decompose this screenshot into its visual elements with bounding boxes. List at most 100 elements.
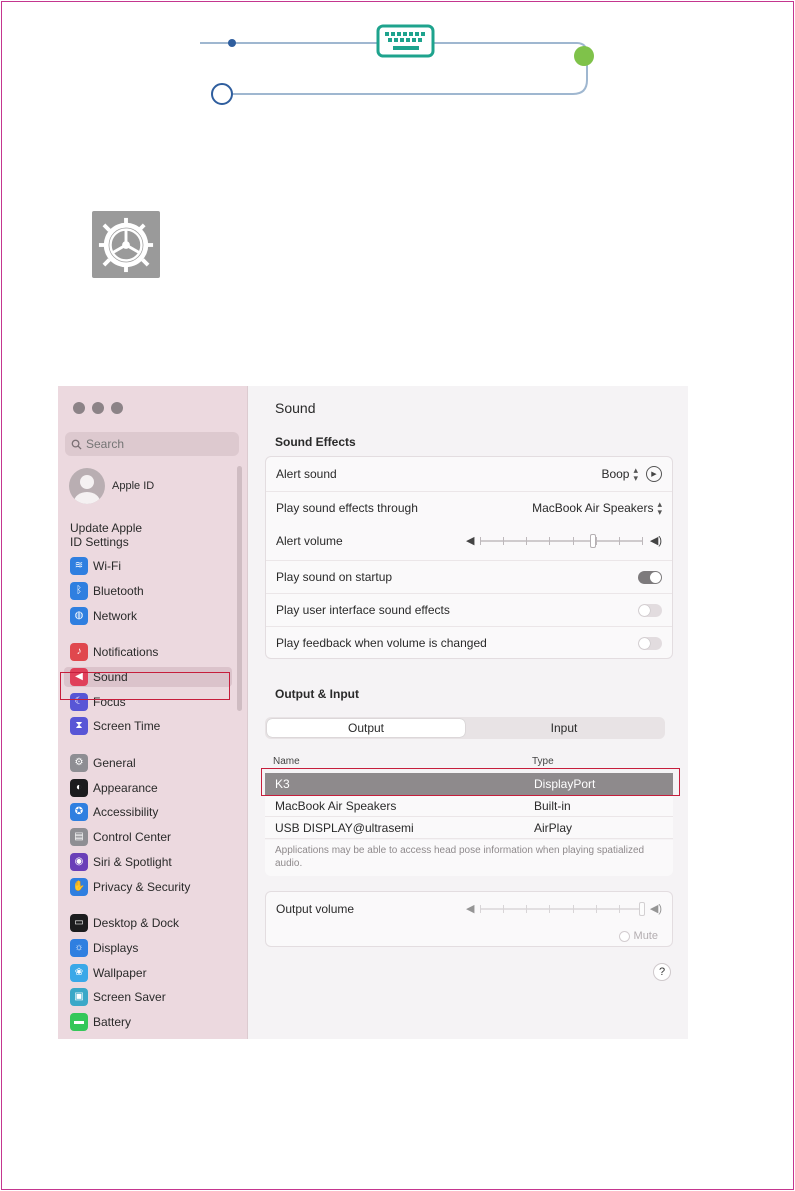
alert-sound-select[interactable]: Boop ▴ ▾ — [601, 464, 638, 483]
sidebar-item-general[interactable]: ⚙ General — [70, 753, 235, 773]
zoom-button[interactable] — [111, 402, 123, 414]
gear-icon — [98, 217, 154, 272]
device-name: USB DISPLAY@ultrasemi — [275, 820, 414, 835]
slider-tick — [572, 536, 574, 545]
sidebar-item-bluetooth[interactable]: ᛒ Bluetooth — [70, 581, 235, 601]
slider-tick — [549, 536, 551, 545]
slider-tick — [526, 904, 528, 913]
help-button[interactable]: ? — [653, 963, 671, 981]
device-name: MacBook Air Speakers — [275, 798, 397, 813]
slider-tick — [572, 904, 574, 913]
sidebar-item-screen-saver[interactable]: ▣ Screen Saver — [70, 987, 235, 1007]
output-input-heading: Output & Input — [275, 687, 359, 701]
screen-saver-icon: ▣ — [70, 988, 88, 1006]
updown-chevron-icon: ▴ ▾ — [633, 464, 638, 483]
output-volume-slider[interactable]: ◀ ◀) — [466, 901, 662, 916]
displays-icon: ☼ — [70, 939, 88, 957]
updown-chevron-icon: ▴ ▾ — [657, 499, 662, 517]
play-icon[interactable]: ▶ — [646, 465, 662, 482]
sidebar-item-privacy-security[interactable]: ✋ Privacy & Security — [70, 877, 235, 897]
slider-tick — [503, 536, 505, 545]
table-row[interactable]: MacBook Air Speakers Built-in — [265, 795, 673, 817]
sidebar-item-network[interactable]: ◍ Network — [70, 606, 235, 626]
sidebar-item-wallpaper[interactable]: ❀ Wallpaper — [70, 963, 235, 983]
alert-sound-value: Boop — [601, 466, 630, 481]
sidebar-item-label: Network — [93, 609, 138, 623]
apple-id-item[interactable]: Apple ID — [69, 468, 154, 504]
sidebar-item-label: Appearance — [93, 781, 158, 795]
sidebar-item-siri-spotlight[interactable]: ◉ Siri & Spotlight — [70, 852, 235, 872]
spatial-audio-note: Applications may be able to access head … — [265, 840, 673, 876]
alert-volume-slider[interactable]: ◀ ◀) — [466, 533, 662, 548]
sidebar-item-label: Wallpaper — [93, 966, 147, 980]
sidebar-item-label: Screen Saver — [93, 990, 166, 1004]
device-type: AirPlay — [534, 820, 573, 835]
network-icon: ◍ — [70, 607, 88, 625]
feedback-toggle[interactable] — [638, 636, 662, 650]
column-name: Name — [273, 756, 300, 767]
ui-sounds-toggle[interactable] — [638, 603, 662, 617]
sidebar-item-label: Sound — [93, 670, 128, 684]
alert-sound-label: Alert sound — [276, 466, 337, 481]
slider-tick — [526, 536, 528, 545]
close-button[interactable] — [73, 402, 85, 414]
sidebar-item-label: Desktop & Dock — [93, 916, 180, 930]
startup-row: Play sound on startup — [266, 560, 672, 593]
sidebar-item-label: Battery — [93, 1015, 132, 1029]
play-through-row: Play sound effects through MacBook Air S… — [266, 491, 672, 524]
device-type: Built-in — [534, 798, 571, 813]
ui-sounds-row: Play user interface sound effects — [266, 593, 672, 626]
sidebar-item-desktop-dock[interactable]: ▭ Desktop & Dock — [70, 913, 235, 933]
slider-track — [480, 907, 642, 910]
update-apple-id-link[interactable]: Update Apple ID Settings — [70, 521, 180, 549]
tab-output[interactable]: Output — [267, 719, 465, 737]
slider-tick — [642, 536, 643, 545]
flow-start-dot — [228, 39, 236, 47]
appearance-icon: ◐ — [70, 779, 88, 797]
sidebar-item-battery[interactable]: ▬ Battery — [70, 1012, 235, 1032]
notifications-icon: ♪ — [70, 643, 88, 661]
slider-tick — [618, 536, 620, 545]
battery-icon: ▬ — [70, 1013, 88, 1031]
slider-track — [480, 539, 642, 542]
mute-box — [618, 930, 630, 942]
bluetooth-icon: ᛒ — [70, 582, 88, 600]
sidebar-item-appearance[interactable]: ◐ Appearance — [70, 778, 235, 798]
slider-knob[interactable] — [590, 533, 597, 548]
table-row[interactable]: K3 DisplayPort — [265, 773, 673, 795]
output-input-segmented: Output Input — [265, 717, 665, 739]
output-volume-label: Output volume — [276, 901, 355, 916]
slider-tick — [595, 904, 597, 913]
sidebar-scrollbar[interactable] — [237, 466, 242, 711]
minimize-button[interactable] — [92, 402, 104, 414]
play-through-select[interactable]: MacBook Air Speakers ▴ ▾ — [532, 499, 662, 517]
wallpaper-icon: ❀ — [70, 964, 88, 982]
sidebar-item-sound[interactable]: ◀ Sound — [64, 667, 232, 687]
system-settings-icon — [92, 211, 160, 278]
sidebar-item-wi-fi[interactable]: ≋ Wi-Fi — [70, 556, 235, 576]
siri-icon: ◉ — [70, 853, 88, 871]
table-row[interactable]: USB DISPLAY@ultrasemi AirPlay — [265, 817, 673, 839]
sidebar-item-focus[interactable]: ☾ Focus — [70, 692, 235, 712]
column-type: Type — [532, 756, 554, 767]
sidebar-item-screen-time[interactable]: ⧗ Screen Time — [70, 716, 235, 736]
general-icon: ⚙ — [70, 754, 88, 772]
ui-sounds-label: Play user interface sound effects — [276, 603, 450, 617]
sidebar-item-displays[interactable]: ☼ Displays — [70, 938, 235, 958]
slider-knob[interactable] — [639, 901, 645, 916]
sound-effects-card: Alert sound Boop ▴ ▾ ▶ Play sound effects… — [265, 456, 673, 659]
sidebar-item-notifications[interactable]: ♪ Notifications — [70, 642, 235, 662]
startup-toggle[interactable] — [638, 570, 662, 584]
search-input[interactable] — [86, 437, 226, 451]
mute-checkbox[interactable]: Mute — [618, 930, 658, 942]
sidebar-item-accessibility[interactable]: ✪ Accessibility — [70, 802, 235, 822]
tab-input[interactable]: Input — [465, 719, 663, 737]
focus-icon: ☾ — [70, 693, 88, 711]
device-table-header: Name Type — [273, 756, 673, 767]
play-through-label: Play sound effects through — [276, 501, 418, 515]
sidebar-item-control-center[interactable]: ▤ Control Center — [70, 827, 235, 847]
sidebar-item-label: Control Center — [93, 830, 172, 844]
volume-high-icon: ◀) — [649, 534, 662, 547]
search-field[interactable] — [65, 432, 239, 456]
slider-tick — [480, 536, 481, 545]
